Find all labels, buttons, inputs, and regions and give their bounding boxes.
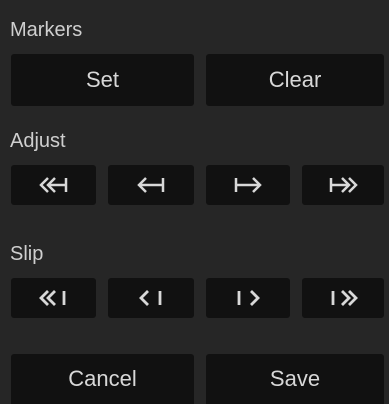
set-marker-label: Set	[85, 67, 120, 92]
slip-fast-left-icon	[36, 288, 72, 308]
cancel-label: Cancel	[68, 366, 137, 391]
adjust-nudge-right-button[interactable]	[206, 165, 290, 205]
slip-heading: Slip	[10, 243, 44, 265]
adjust-jump-end-button[interactable]	[302, 165, 384, 205]
clear-markers-button[interactable]: Clear	[206, 54, 384, 106]
slip-right-icon	[230, 288, 266, 308]
adjust-jump-start-button[interactable]	[11, 165, 96, 205]
cancel-button[interactable]: Cancel	[11, 354, 194, 404]
slip-fast-left-button[interactable]	[11, 278, 96, 318]
slip-right-button[interactable]	[206, 278, 290, 318]
adjust-nudge-left-button[interactable]	[108, 165, 194, 205]
marker-panel: Markers Set Clear Adjust Slip Cancel Sav…	[0, 0, 389, 404]
clear-markers-label: Clear	[268, 67, 322, 92]
save-label: Save	[269, 366, 321, 391]
set-marker-button[interactable]: Set	[11, 54, 194, 106]
markers-heading: Markers	[10, 19, 83, 41]
jump-to-start-icon	[36, 175, 72, 195]
slip-fast-right-icon	[325, 288, 361, 308]
save-button[interactable]: Save	[206, 354, 384, 404]
slip-fast-right-button[interactable]	[302, 278, 384, 318]
adjust-heading: Adjust	[10, 130, 66, 152]
jump-to-end-icon	[325, 175, 361, 195]
nudge-left-icon	[133, 175, 169, 195]
slip-left-button[interactable]	[108, 278, 194, 318]
slip-left-icon	[133, 288, 169, 308]
nudge-right-icon	[230, 175, 266, 195]
